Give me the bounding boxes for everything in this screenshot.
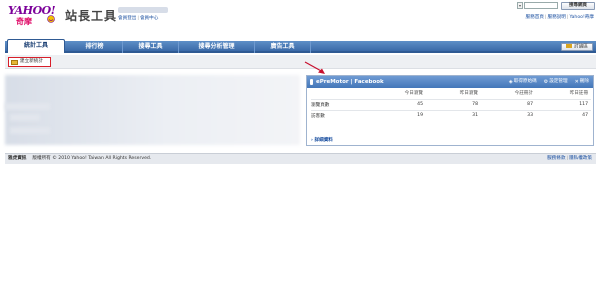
top-links: 服務首頁|服務說明|Yahoo!奇摩 bbox=[525, 15, 594, 20]
settings-button[interactable]: ⚙ 設定管理 bbox=[544, 76, 568, 88]
row-label: 訪客數 bbox=[311, 113, 325, 119]
table-cell: 117 bbox=[536, 98, 591, 111]
member-center-link[interactable]: 會員中心 bbox=[140, 16, 158, 21]
search-input[interactable] bbox=[524, 2, 558, 9]
logout-link[interactable]: 會員登出 bbox=[118, 16, 136, 21]
speech-bubble-icon bbox=[566, 44, 573, 48]
delete-label: 刪除 bbox=[579, 79, 589, 84]
search-button[interactable]: 搜尋網頁 bbox=[561, 2, 595, 10]
stats-panel: ePreMotor | Facebook ◈ 取得原始碼 ⚙ 設定管理 ✕ 刪除 今日… bbox=[306, 75, 594, 146]
yahoo-home-link[interactable]: Yahoo!奇摩 bbox=[569, 15, 594, 20]
sub-toolbar: 建立新統計 bbox=[5, 55, 596, 69]
search-dropdown[interactable]: ▾ bbox=[517, 2, 523, 9]
privacy-link[interactable]: 隱私權政策 bbox=[569, 156, 592, 161]
redacted-row bbox=[10, 127, 50, 134]
panel-actions: ◈ 取得原始碼 ⚙ 設定管理 ✕ 刪除 bbox=[509, 76, 589, 88]
table-cell: 33 bbox=[527, 113, 533, 119]
table-cell: 47 bbox=[582, 113, 588, 119]
table-cell: 87 bbox=[481, 98, 536, 111]
column-header: 昨日瀏覽 bbox=[459, 91, 478, 97]
username-redacted bbox=[118, 7, 168, 13]
table-header-row: 今日瀏覽 昨日瀏覽 今註冊計 昨日註冊 bbox=[311, 88, 591, 99]
column-header: 今註冊計 bbox=[514, 91, 533, 97]
main-nav: 統計工具 排行榜 搜尋工具 搜尋分析管理 廣告工具 討論區 bbox=[5, 39, 596, 53]
footer-copyright: 版權所有 © 2010 Yahoo! Taiwan All Rights Res… bbox=[32, 156, 152, 161]
table-row: 訪客數 19 31 33 47 bbox=[311, 110, 591, 121]
get-code-button[interactable]: ◈ 取得原始碼 bbox=[509, 76, 537, 88]
chart-icon bbox=[11, 59, 18, 65]
table-cell: 31 bbox=[472, 113, 478, 119]
redacted-row bbox=[5, 103, 50, 110]
user-links: 會員登出|會員中心 bbox=[118, 16, 159, 21]
column-header: 今日瀏覽 bbox=[404, 91, 423, 97]
logo-subtext: 奇摩 bbox=[16, 17, 32, 26]
stats-table: 今日瀏覽 昨日瀏覽 今註冊計 昨日註冊 瀏覽頁數 45 78 87 117 訪客… bbox=[311, 88, 591, 121]
table-cell: 45 bbox=[371, 98, 426, 111]
panel-title: ePreMotor | Facebook bbox=[316, 79, 384, 85]
column-header: 昨日註冊 bbox=[569, 91, 588, 97]
tab-ad-tools[interactable]: 廣告工具 bbox=[255, 41, 311, 53]
forum-button[interactable]: 討論區 bbox=[561, 43, 593, 51]
pin-icon[interactable] bbox=[310, 79, 313, 85]
redacted-row bbox=[10, 114, 40, 121]
tab-stats[interactable]: 統計工具 bbox=[7, 39, 65, 53]
settings-label: 設定管理 bbox=[549, 79, 568, 84]
table-cell: 78 bbox=[426, 98, 481, 111]
details-label: 詳細資料 bbox=[314, 138, 333, 143]
help-link[interactable]: 服務說明 bbox=[547, 15, 565, 20]
tab-ranking[interactable]: 排行榜 bbox=[67, 41, 123, 53]
redacted-stats-panel bbox=[5, 75, 300, 145]
new-stat-button[interactable]: 建立新統計 bbox=[8, 57, 51, 67]
search-box: ▾ bbox=[517, 2, 558, 9]
details-link[interactable]: › 詳細資料 bbox=[311, 137, 333, 143]
page-title: 站長工具 bbox=[65, 9, 118, 23]
table-row: 瀏覽頁數 45 78 87 117 bbox=[311, 98, 591, 111]
service-home-link[interactable]: 服務首頁 bbox=[526, 15, 544, 20]
tab-search-tools[interactable]: 搜尋工具 bbox=[123, 41, 179, 53]
new-stat-label: 建立新統計 bbox=[20, 59, 43, 64]
panel-header: ePreMotor | Facebook ◈ 取得原始碼 ⚙ 設定管理 ✕ 刪除 bbox=[307, 76, 593, 88]
forum-label: 討論區 bbox=[574, 44, 588, 50]
footer: 雅虎資訊 版權所有 © 2010 Yahoo! Taiwan All Rights… bbox=[5, 153, 596, 164]
tab-search-analytics[interactable]: 搜尋分析管理 bbox=[179, 41, 255, 53]
get-code-label: 取得原始碼 bbox=[513, 79, 537, 84]
delete-button[interactable]: ✕ 刪除 bbox=[575, 76, 589, 88]
table-cell: 19 bbox=[417, 113, 423, 119]
terms-link[interactable]: 服務條款 bbox=[547, 156, 565, 161]
smile-icon bbox=[47, 15, 55, 23]
gear-icon: ⚙ bbox=[543, 79, 549, 85]
row-label: 瀏覽頁數 bbox=[311, 98, 371, 111]
footer-company: 雅虎資訊 bbox=[8, 156, 27, 161]
code-icon: ◈ bbox=[508, 79, 513, 85]
close-icon: ✕ bbox=[574, 79, 579, 85]
